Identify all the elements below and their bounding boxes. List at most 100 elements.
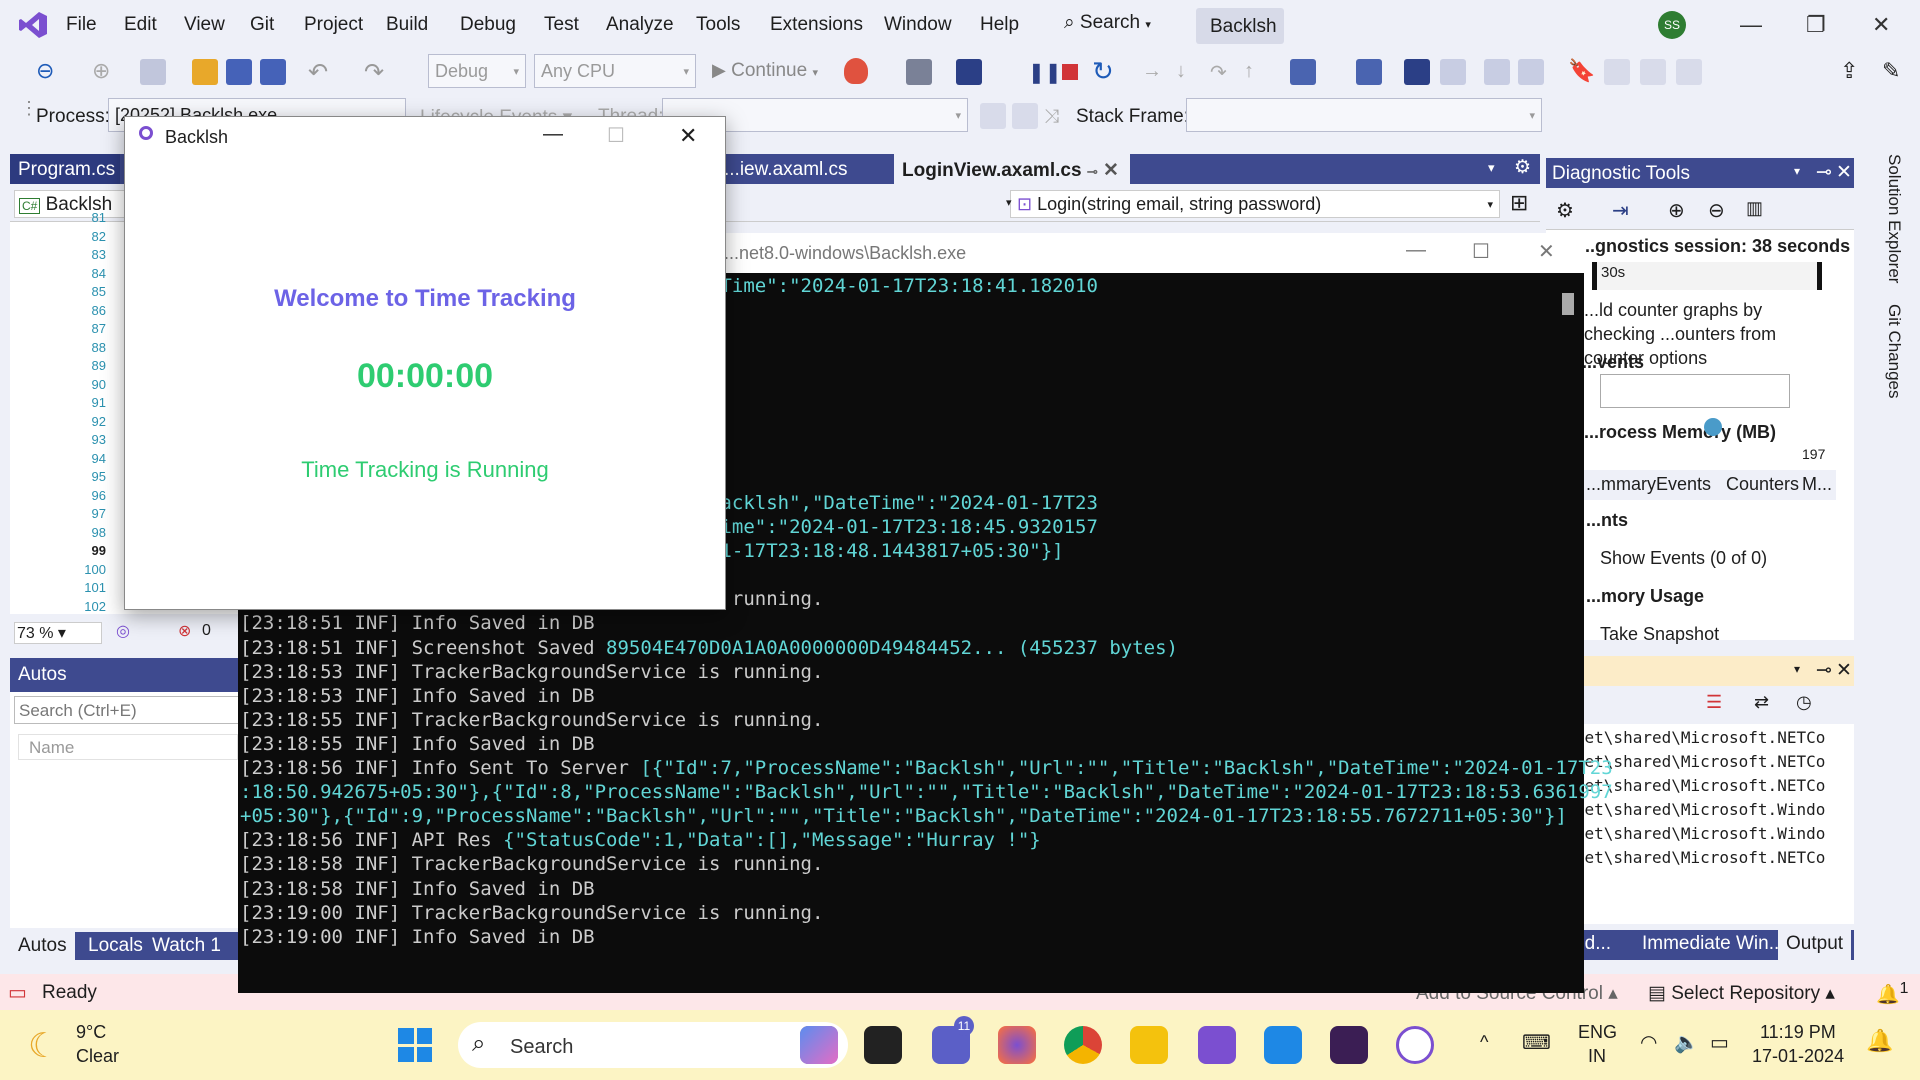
save-all-icon[interactable]	[260, 59, 286, 85]
close-icon[interactable]: ✕	[1538, 239, 1555, 264]
align-icon[interactable]	[1440, 59, 1466, 85]
step-over-icon[interactable]: ↷	[1210, 60, 1227, 85]
tab-loginview-axaml-cs[interactable]: LoginView.axaml.cs ⊸ ✕	[894, 154, 1130, 184]
word-wrap-icon[interactable]: ⇄	[1754, 692, 1769, 713]
tab-summary[interactable]: ...mmary	[1586, 474, 1656, 495]
back-icon[interactable]: ⊖	[36, 58, 54, 84]
error-icon[interactable]: ⊗	[178, 621, 191, 641]
member-select[interactable]: ⊡ Login(string email, string password) ▾	[1010, 190, 1500, 218]
menu-edit[interactable]: Edit	[124, 14, 157, 36]
step-out-icon[interactable]: ↑	[1244, 60, 1254, 83]
prev-bookmark-icon[interactable]	[1604, 59, 1630, 85]
menu-debug[interactable]: Debug	[460, 14, 516, 36]
autos-search-input[interactable]: Search (Ctrl+E)	[14, 696, 240, 724]
close-icon[interactable]: ✕	[679, 123, 697, 149]
minimize-icon[interactable]: —	[1406, 239, 1426, 262]
chevron-down-icon[interactable]: ▾	[1794, 164, 1800, 178]
share-icon[interactable]: ⇪	[1840, 58, 1858, 84]
backlsh-taskbar-icon[interactable]	[1396, 1026, 1434, 1064]
firefox-icon[interactable]	[998, 1026, 1036, 1064]
avatar[interactable]: SS	[1658, 11, 1686, 39]
record-icon[interactable]	[1704, 418, 1722, 436]
weather-desc[interactable]: Clear	[76, 1046, 119, 1067]
menu-project[interactable]: Project	[304, 14, 363, 36]
pin-icon[interactable]: ⊸	[1816, 659, 1832, 682]
clock-date[interactable]: 17-01-2024	[1752, 1046, 1844, 1067]
show-next-statement-icon[interactable]: →	[1142, 60, 1162, 83]
terminal-icon[interactable]	[1330, 1026, 1368, 1064]
save-icon[interactable]	[226, 59, 252, 85]
uncomment-icon[interactable]	[1518, 59, 1544, 85]
start-icon[interactable]	[398, 1028, 432, 1062]
console-scrollbar-thumb[interactable]	[1562, 293, 1574, 315]
new-project-icon[interactable]	[140, 59, 166, 85]
clock-time[interactable]: 11:19 PM	[1760, 1022, 1836, 1043]
bell-icon[interactable]: 🔔	[1866, 1028, 1893, 1054]
chevron-up-icon[interactable]: ^	[1480, 1032, 1488, 1053]
select-repository-button[interactable]: ▤ Select Repository ▴	[1648, 982, 1835, 1005]
flag-all-icon[interactable]	[1012, 103, 1038, 129]
clear-bookmarks-icon[interactable]	[1676, 59, 1702, 85]
show-events-link[interactable]: Show Events (0 of 0)	[1600, 548, 1767, 569]
name-column-header[interactable]: Name	[18, 734, 238, 760]
open-folder-icon[interactable]	[192, 59, 218, 85]
restart-icon[interactable]: ↻	[1092, 56, 1114, 87]
menu-build[interactable]: Build	[386, 14, 428, 36]
menu-git[interactable]: Git	[250, 14, 274, 36]
git-changes-tab[interactable]: Git Changes	[1884, 304, 1904, 399]
step-into-icon[interactable]: ↓	[1176, 60, 1186, 83]
tab-view-axaml-cs[interactable]: ...iew.axaml.cs	[716, 154, 856, 184]
feedback-icon[interactable]: ✎	[1882, 58, 1900, 84]
keyboard-icon[interactable]: ⌨	[1522, 1030, 1551, 1055]
platform-select[interactable]: Any CPU ▾	[534, 54, 696, 88]
comment-icon[interactable]	[1484, 59, 1510, 85]
pause-icon[interactable]: ❚❚	[1028, 60, 1062, 85]
solution-explorer-icon[interactable]	[906, 59, 932, 85]
tab-output[interactable]: Output	[1778, 930, 1852, 960]
battery-icon[interactable]: ▭	[1710, 1030, 1729, 1055]
zoom-select[interactable]: 73 % ▾	[14, 622, 102, 644]
redo-icon[interactable]: ↷	[364, 58, 384, 87]
restore-icon[interactable]: ❐	[1806, 12, 1826, 38]
settings-icon[interactable]: ⚙	[1514, 156, 1531, 179]
pin-icon[interactable]: ⊸	[1816, 161, 1832, 184]
weather-temp[interactable]: 9°C	[76, 1022, 106, 1043]
close-icon[interactable]: ✕	[1836, 659, 1852, 682]
tab-watch-1[interactable]: Watch 1	[144, 932, 229, 962]
chevron-down-icon[interactable]: ▾	[1794, 662, 1800, 676]
tab-immediate-window[interactable]: Immediate Win...	[1634, 930, 1793, 960]
diagnostics-icon[interactable]	[1290, 59, 1316, 85]
clear-all-icon[interactable]: ☰	[1706, 692, 1722, 713]
language-indicator[interactable]: ENG	[1578, 1022, 1617, 1043]
search-button[interactable]: ⌕ Search ▾	[1064, 12, 1151, 34]
tab-events[interactable]: Events	[1656, 474, 1711, 495]
menu-tools[interactable]: Tools	[696, 14, 740, 36]
tab-program-cs[interactable]: Program.cs	[10, 154, 120, 184]
stack-frame-select[interactable]: ▾	[1186, 98, 1542, 132]
close-icon[interactable]: ✕	[1836, 161, 1852, 184]
copilot-pre-icon[interactable]	[800, 1026, 838, 1064]
browser-link-icon[interactable]	[956, 59, 982, 85]
teams-icon[interactable]: 11	[932, 1016, 974, 1064]
take-snapshot-button[interactable]: Take Snapshot	[1600, 624, 1719, 645]
maximize-icon[interactable]: ☐	[1472, 239, 1490, 264]
visual-studio-icon[interactable]	[1198, 1026, 1236, 1064]
volume-icon[interactable]: 🔈	[1674, 1030, 1699, 1055]
gear-icon[interactable]: ⚙	[1556, 198, 1574, 223]
region-indicator[interactable]: IN	[1588, 1046, 1606, 1067]
spell-check-icon[interactable]	[1356, 59, 1382, 85]
stop-icon[interactable]	[1062, 64, 1078, 80]
undo-icon[interactable]: ↶	[308, 58, 328, 87]
tab-counters[interactable]: Counters	[1726, 474, 1799, 495]
maximize-icon[interactable]: ☐	[607, 123, 625, 148]
toggle-frames-icon[interactable]: ⤨	[1044, 106, 1059, 128]
vscode-icon[interactable]	[1264, 1026, 1302, 1064]
minimize-icon[interactable]: —	[543, 123, 563, 146]
copilot-icon[interactable]: ◎	[116, 621, 130, 641]
task-view-icon[interactable]	[864, 1026, 902, 1064]
forward-icon[interactable]: ⊕	[92, 58, 110, 84]
chart-icon[interactable]: ▥	[1746, 198, 1763, 219]
tab-locals[interactable]: Locals	[80, 932, 151, 962]
notification-icon[interactable]: 🔔1	[1876, 980, 1908, 1006]
menu-help[interactable]: Help	[980, 14, 1019, 36]
